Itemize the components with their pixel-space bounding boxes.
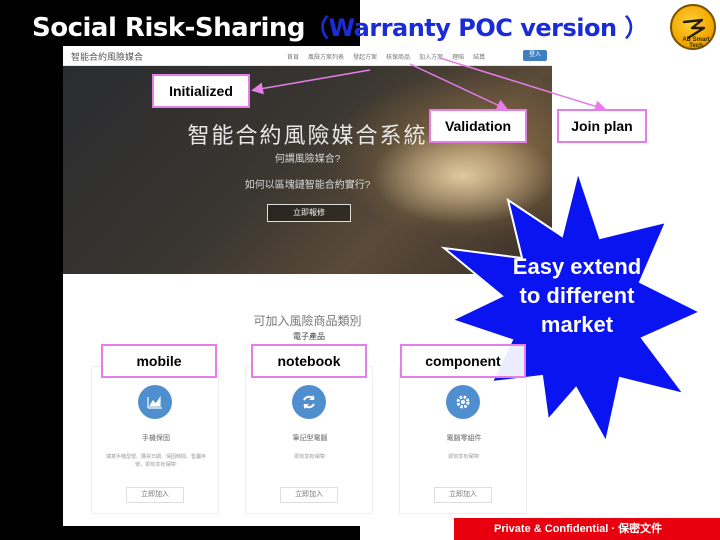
callout-notebook: notebook [251, 344, 367, 378]
confidential-footer: Private & Confidential · 保密文件 [454, 518, 720, 540]
callout-mobile: mobile [101, 344, 217, 378]
starburst-message: Easy extend to different market [492, 252, 662, 339]
callout-initialized: Initialized [152, 74, 250, 108]
starburst-line-1: Easy extend [512, 254, 642, 279]
starburst-line-3: market [540, 312, 614, 337]
callout-component: component [400, 344, 526, 378]
callout-validation: Validation [429, 109, 527, 143]
callout-join-plan: Join plan [557, 109, 647, 143]
starburst-line-2: to different [519, 283, 635, 308]
